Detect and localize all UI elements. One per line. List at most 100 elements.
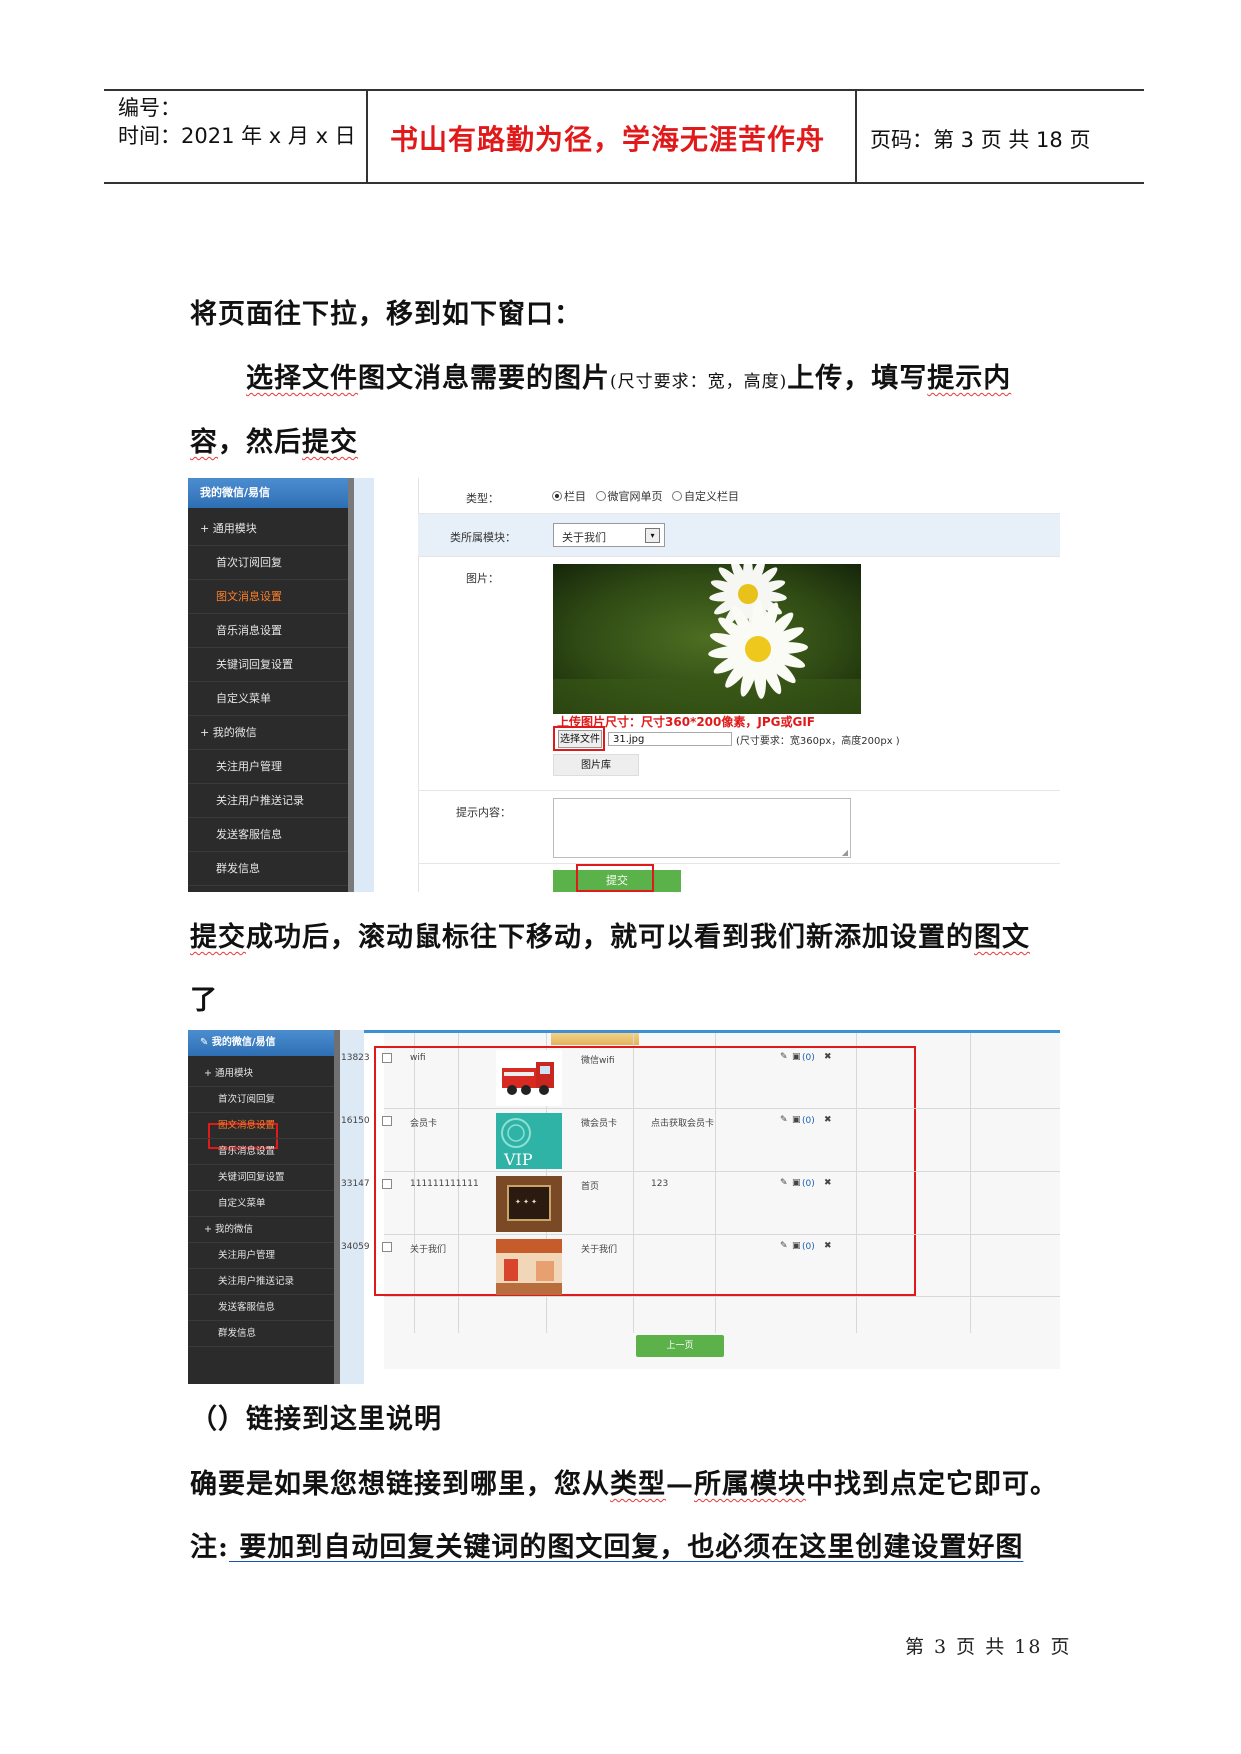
- screenshot-upload-form: 我的微信/易信 类型： 栏目 微官网单页 自定义栏目 类所属模块： 关于我们 ▾…: [188, 478, 1060, 892]
- row-checkbox[interactable]: [382, 1116, 392, 1126]
- edit-icon[interactable]: ✎: [780, 1052, 788, 1062]
- sidebar-item-0[interactable]: + 通用模块: [188, 512, 348, 546]
- chevron-down-icon[interactable]: ▾: [645, 528, 660, 543]
- radio-microsite-page[interactable]: 微官网单页: [595, 490, 663, 503]
- delete-icon[interactable]: ✖: [824, 1115, 832, 1125]
- sidebar2-item-4[interactable]: 关键词回复设置: [188, 1165, 334, 1191]
- vip-text: VIP: [503, 1150, 533, 1169]
- page-footer: 第 3 页 共 18 页: [905, 1636, 1072, 1658]
- paragraph-end: 了: [190, 985, 218, 1016]
- file-name-field[interactable]: 31.jpg: [608, 732, 732, 746]
- resize-handle-icon[interactable]: ◢: [842, 848, 848, 857]
- paragraph-submit: 容，然后提交: [190, 427, 358, 458]
- image-icon[interactable]: ▣: [792, 1241, 801, 1251]
- header-motto: 书山有路勤为径，学海无涯苦作舟: [390, 123, 826, 156]
- sidebar-title-2: 我的微信/易信: [211, 1037, 276, 1048]
- sidebar-item-8[interactable]: 关注用户推送记录: [188, 784, 348, 818]
- sidebar2-item-1[interactable]: 首次订阅回复: [188, 1087, 334, 1113]
- svg-text:✦ ✦ ✦: ✦ ✦ ✦: [515, 1198, 537, 1206]
- delete-icon[interactable]: ✖: [824, 1052, 832, 1062]
- size-note: (尺寸要求：宽，高度): [610, 372, 788, 392]
- delete-icon[interactable]: ✖: [824, 1241, 832, 1251]
- row-checkbox[interactable]: [382, 1179, 392, 1189]
- leaf-icon: ✎: [200, 1037, 212, 1048]
- row-image-count[interactable]: (0): [802, 1179, 815, 1189]
- row-name: wifi: [410, 1053, 426, 1063]
- sidebar-item-10[interactable]: 群发信息: [188, 852, 348, 886]
- row-name: 111111111111: [410, 1179, 479, 1189]
- paragraph-choose-file: 选择文件图文消息需要的图片(尺寸要求：宽，高度)上传，填写提示内: [246, 363, 1012, 394]
- sidebar2-item-3[interactable]: 音乐消息设置: [188, 1139, 334, 1165]
- row-title: 微会员卡: [581, 1119, 618, 1129]
- header-time-label: 时间：2021 年 x 月 x 日: [118, 124, 356, 148]
- sidebar-item-9[interactable]: 发送客服信息: [188, 818, 348, 852]
- paragraph-after-submit: 提交成功后，滚动鼠标往下移动，就可以看到我们新添加设置的图文: [190, 922, 1030, 953]
- sidebar-item-5[interactable]: 自定义菜单: [188, 682, 348, 716]
- row-checkbox[interactable]: [382, 1242, 392, 1252]
- row-thumbnail: VIP: [496, 1113, 562, 1169]
- sidebar-item-4[interactable]: 关键词回复设置: [188, 648, 348, 682]
- type-label: 类型：: [466, 492, 499, 505]
- size-requirement: (尺寸要求：宽360px，高度200px ): [736, 736, 900, 747]
- row-title: 关于我们: [581, 1245, 618, 1255]
- screenshot-list: ✎ 我的微信/易信 上一页 + 通用模块 首次订阅回复 图文消息设置 音乐消息设置 关键…: [188, 1030, 1060, 1384]
- image-icon[interactable]: ▣: [792, 1115, 801, 1125]
- row-title: 微信wifi: [581, 1056, 615, 1066]
- row-id: 34059: [341, 1242, 370, 1252]
- row-id: 33147: [341, 1179, 370, 1189]
- sidebar2-item-6[interactable]: + 我的微信: [188, 1217, 334, 1243]
- row-thumbnail: [496, 1050, 562, 1106]
- header-bottom-rule: [104, 182, 1144, 184]
- row-description: 123: [651, 1179, 669, 1189]
- header-top-rule: [104, 89, 1144, 91]
- header-divider-left: [366, 90, 368, 184]
- row-thumbnail: ✦ ✦ ✦: [496, 1176, 562, 1232]
- sidebar-item-1[interactable]: 首次订阅回复: [188, 546, 348, 580]
- sidebar2-item-5[interactable]: 自定义菜单: [188, 1191, 334, 1217]
- module-label: 类所属模块：: [450, 531, 516, 544]
- sidebar-item-2[interactable]: 图文消息设置: [188, 580, 348, 614]
- highlight-choose-file: [553, 726, 605, 751]
- row-image-count[interactable]: (0): [802, 1242, 815, 1252]
- link-choose-file: 选择文件: [246, 363, 358, 394]
- row-image-count[interactable]: (0): [802, 1053, 815, 1063]
- row-name: 关于我们: [410, 1245, 447, 1255]
- header-divider-right: [855, 90, 857, 184]
- paragraph-scroll-down: 将页面往下拉，移到如下窗口：: [190, 299, 582, 330]
- sidebar2-item-10[interactable]: 群发信息: [188, 1321, 334, 1347]
- row-id: 13823: [341, 1053, 370, 1063]
- row-thumbnail: [496, 1239, 562, 1295]
- radio-column[interactable]: 栏目: [552, 490, 586, 503]
- edit-icon[interactable]: ✎: [780, 1115, 788, 1125]
- image-label: 图片：: [466, 572, 499, 585]
- paragraph-link-explain: （）链接到这里说明: [190, 1404, 442, 1435]
- edit-icon[interactable]: ✎: [780, 1241, 788, 1251]
- sidebar-title: 我的微信/易信: [188, 478, 348, 508]
- sidebar-item-6[interactable]: + 我的微信: [188, 716, 348, 750]
- sidebar2-item-8[interactable]: 关注用户推送记录: [188, 1269, 334, 1295]
- highlight-submit: [576, 864, 654, 892]
- tip-textarea[interactable]: ◢: [553, 798, 851, 858]
- sidebar-item-3[interactable]: 音乐消息设置: [188, 614, 348, 648]
- row-image-count[interactable]: (0): [802, 1116, 815, 1126]
- sidebar2-item-0[interactable]: + 通用模块: [188, 1061, 334, 1087]
- type-radio-group: 栏目 微官网单页 自定义栏目: [552, 488, 739, 504]
- prev-page-button[interactable]: 上一页: [636, 1335, 724, 1357]
- sidebar2-item-2[interactable]: 图文消息设置: [188, 1113, 334, 1139]
- sidebar-item-7[interactable]: 关注用户管理: [188, 750, 348, 784]
- radio-custom-column[interactable]: 自定义栏目: [672, 490, 739, 503]
- gallery-button[interactable]: 图片库: [553, 754, 639, 776]
- paragraph-note: 注: 要加到自动回复关键词的图文回复，也必须在这里创建设置好图: [190, 1532, 1024, 1563]
- row-checkbox[interactable]: [382, 1053, 392, 1063]
- edit-icon[interactable]: ✎: [780, 1178, 788, 1188]
- row-title: 首页: [581, 1182, 600, 1192]
- module-select[interactable]: 关于我们 ▾: [553, 523, 665, 547]
- row-description: 点击获取会员卡: [651, 1119, 715, 1129]
- row-name: 会员卡: [410, 1119, 438, 1129]
- sidebar2-item-7[interactable]: 关注用户管理: [188, 1243, 334, 1269]
- image-icon[interactable]: ▣: [792, 1052, 801, 1062]
- delete-icon[interactable]: ✖: [824, 1178, 832, 1188]
- image-icon[interactable]: ▣: [792, 1178, 801, 1188]
- sidebar2-item-9[interactable]: 发送客服信息: [188, 1295, 334, 1321]
- row-id: 16150: [341, 1116, 370, 1126]
